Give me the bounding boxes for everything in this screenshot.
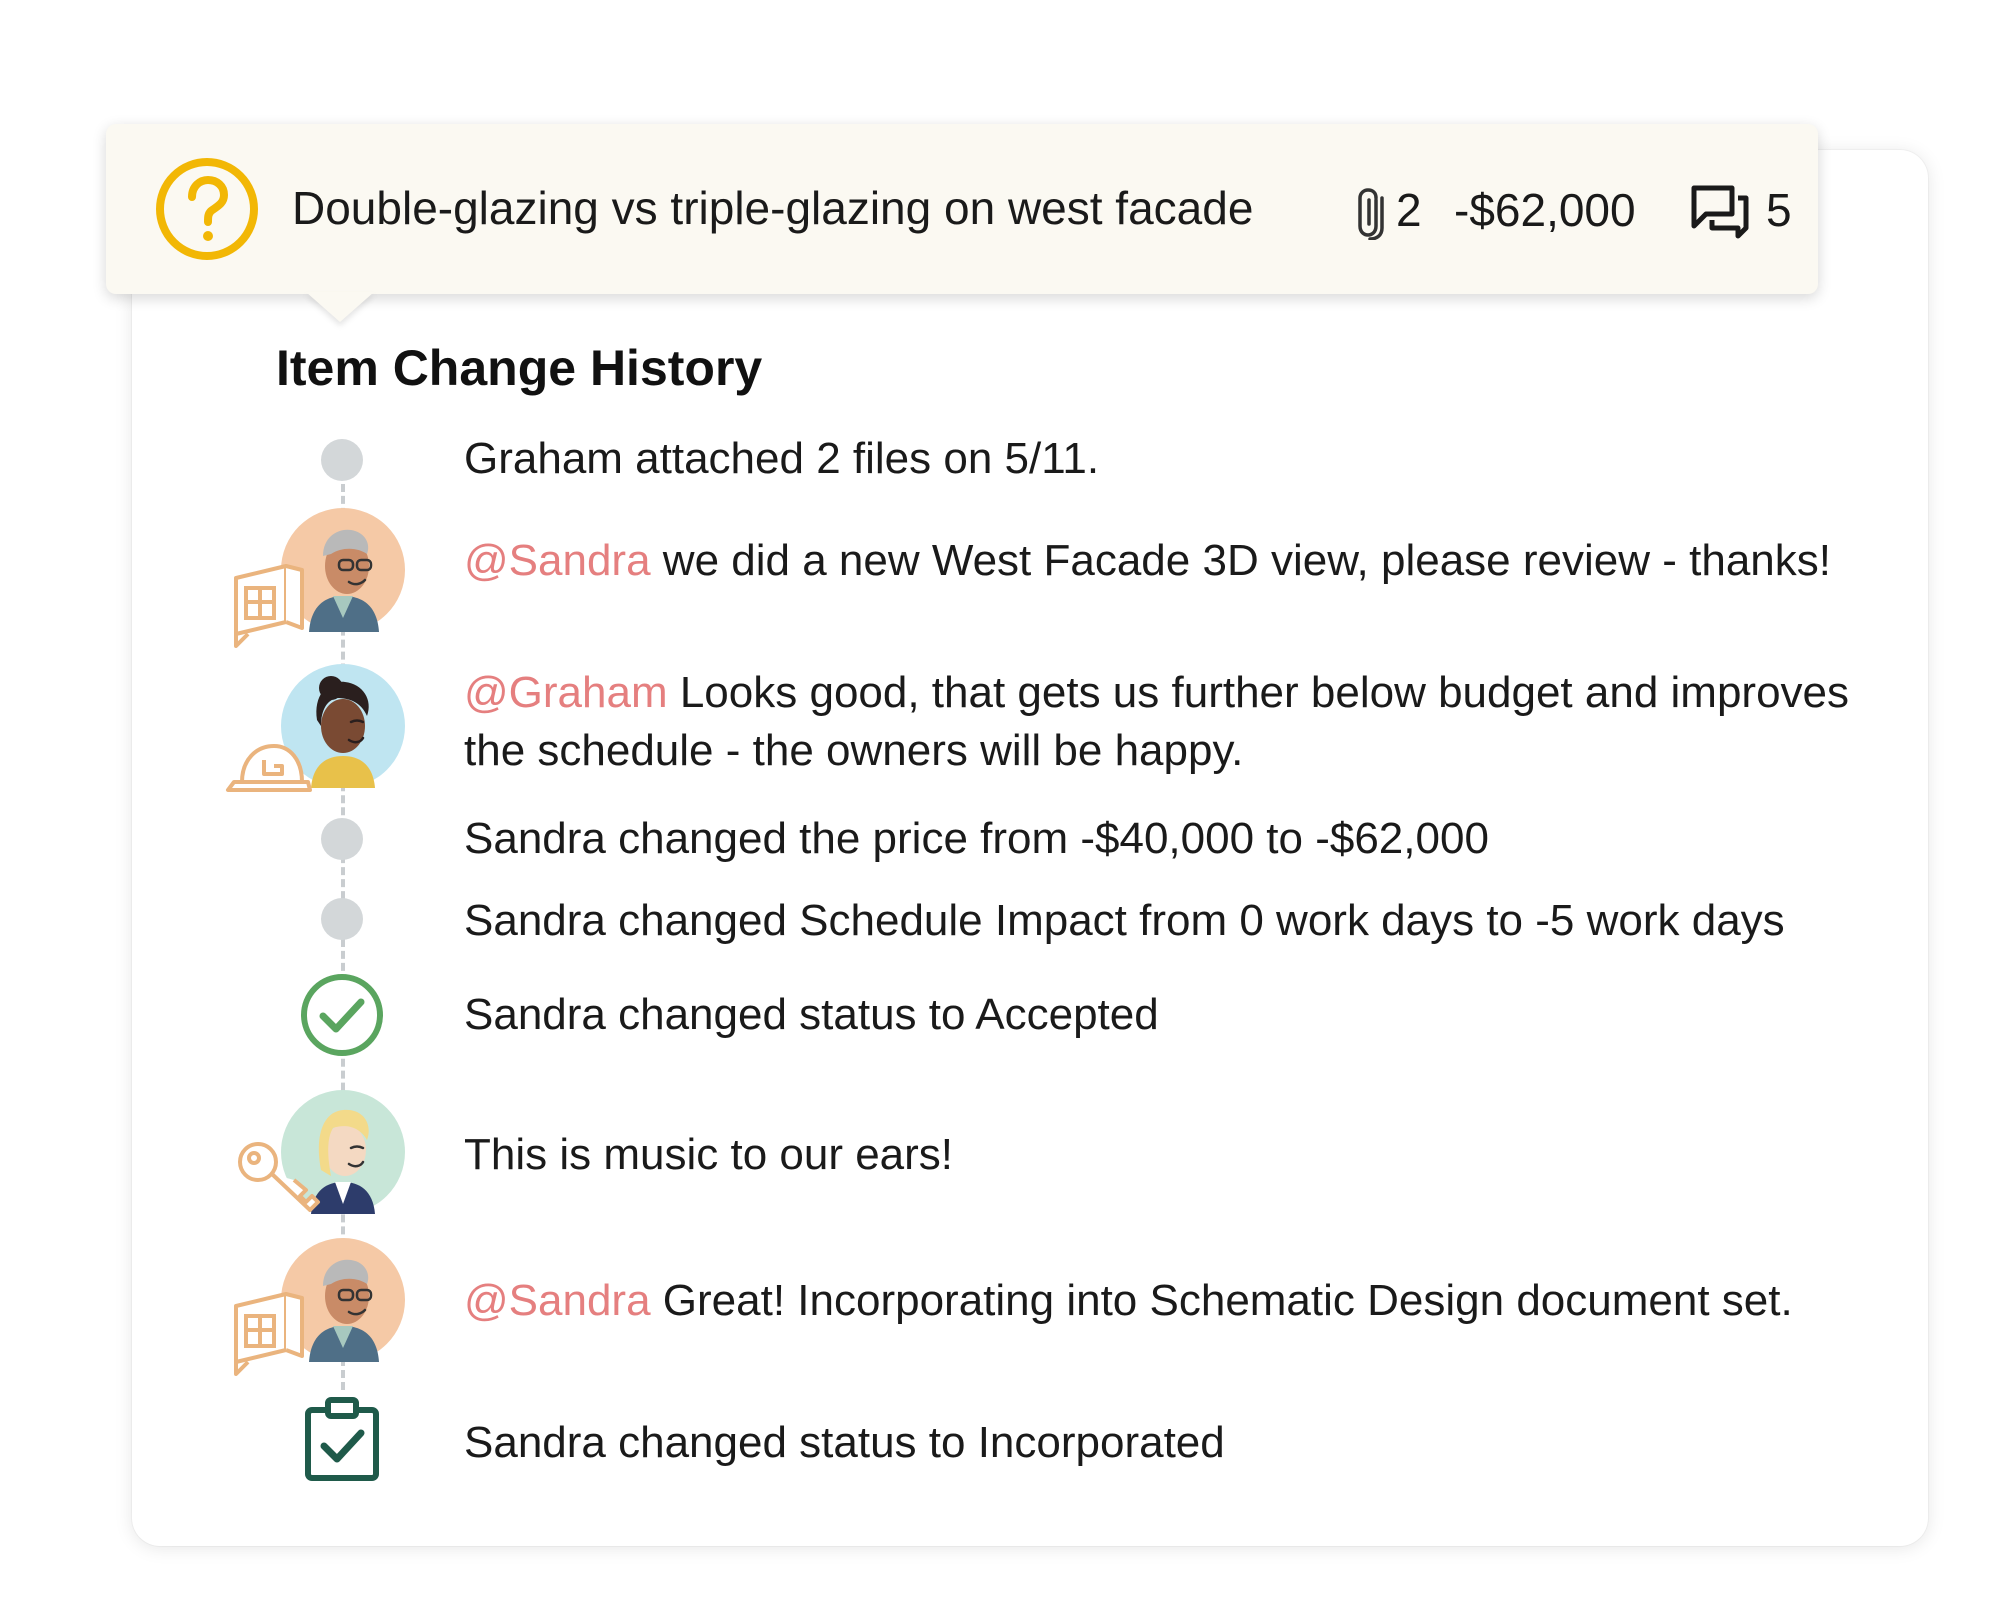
history-entry-text: Sandra changed status to Accepted — [464, 990, 1159, 1039]
timeline-dot — [321, 439, 363, 481]
mention-link[interactable]: @Sandra — [464, 536, 651, 585]
history-entry-text: @Sandra Great! Incorporating into Schema… — [464, 1276, 1793, 1325]
hard-hat-icon — [226, 744, 312, 792]
mention-link[interactable]: @Graham — [464, 668, 668, 717]
question-icon — [156, 158, 258, 260]
check-circle-icon — [299, 972, 385, 1058]
timeline-dot — [321, 818, 363, 860]
timeline-dot — [321, 898, 363, 940]
history-entry-text-continued: the schedule - the owners will be happy. — [464, 726, 1244, 775]
comment-count: 5 — [1766, 184, 1792, 236]
history-entry-text: @Sandra we did a new West Facade 3D view… — [464, 536, 1831, 585]
attachment-count: 2 — [1396, 184, 1422, 236]
item-price: -$62,000 — [1454, 184, 1636, 236]
header-pointer — [306, 292, 374, 322]
blueprint-icon — [234, 564, 304, 648]
stage: Double-glazing vs triple-glazing on west… — [0, 0, 2000, 1612]
mention-link[interactable]: @Sandra — [464, 1276, 651, 1325]
history-entry-text: Graham attached 2 files on 5/11. — [464, 434, 1100, 483]
blueprint-icon — [234, 1292, 304, 1376]
history-entry-text: Sandra changed Schedule Impact from 0 wo… — [464, 896, 1785, 945]
comments-icon — [1691, 185, 1749, 239]
history-entry-text: Sandra changed the price from -$40,000 t… — [464, 814, 1489, 863]
item-header[interactable]: Double-glazing vs triple-glazing on west… — [106, 124, 1818, 294]
paperclip-icon — [1358, 188, 1384, 240]
section-title: Item Change History — [276, 340, 763, 396]
history-entry-text: Sandra changed status to Incorporated — [464, 1418, 1225, 1467]
history-entry-text: This is music to our ears! — [464, 1130, 954, 1179]
history-entry-text: @Graham Looks good, that gets us further… — [464, 668, 1850, 717]
item-title: Double-glazing vs triple-glazing on west… — [292, 182, 1254, 234]
clipboard-check-icon — [302, 1396, 382, 1484]
key-icon — [238, 1142, 320, 1212]
